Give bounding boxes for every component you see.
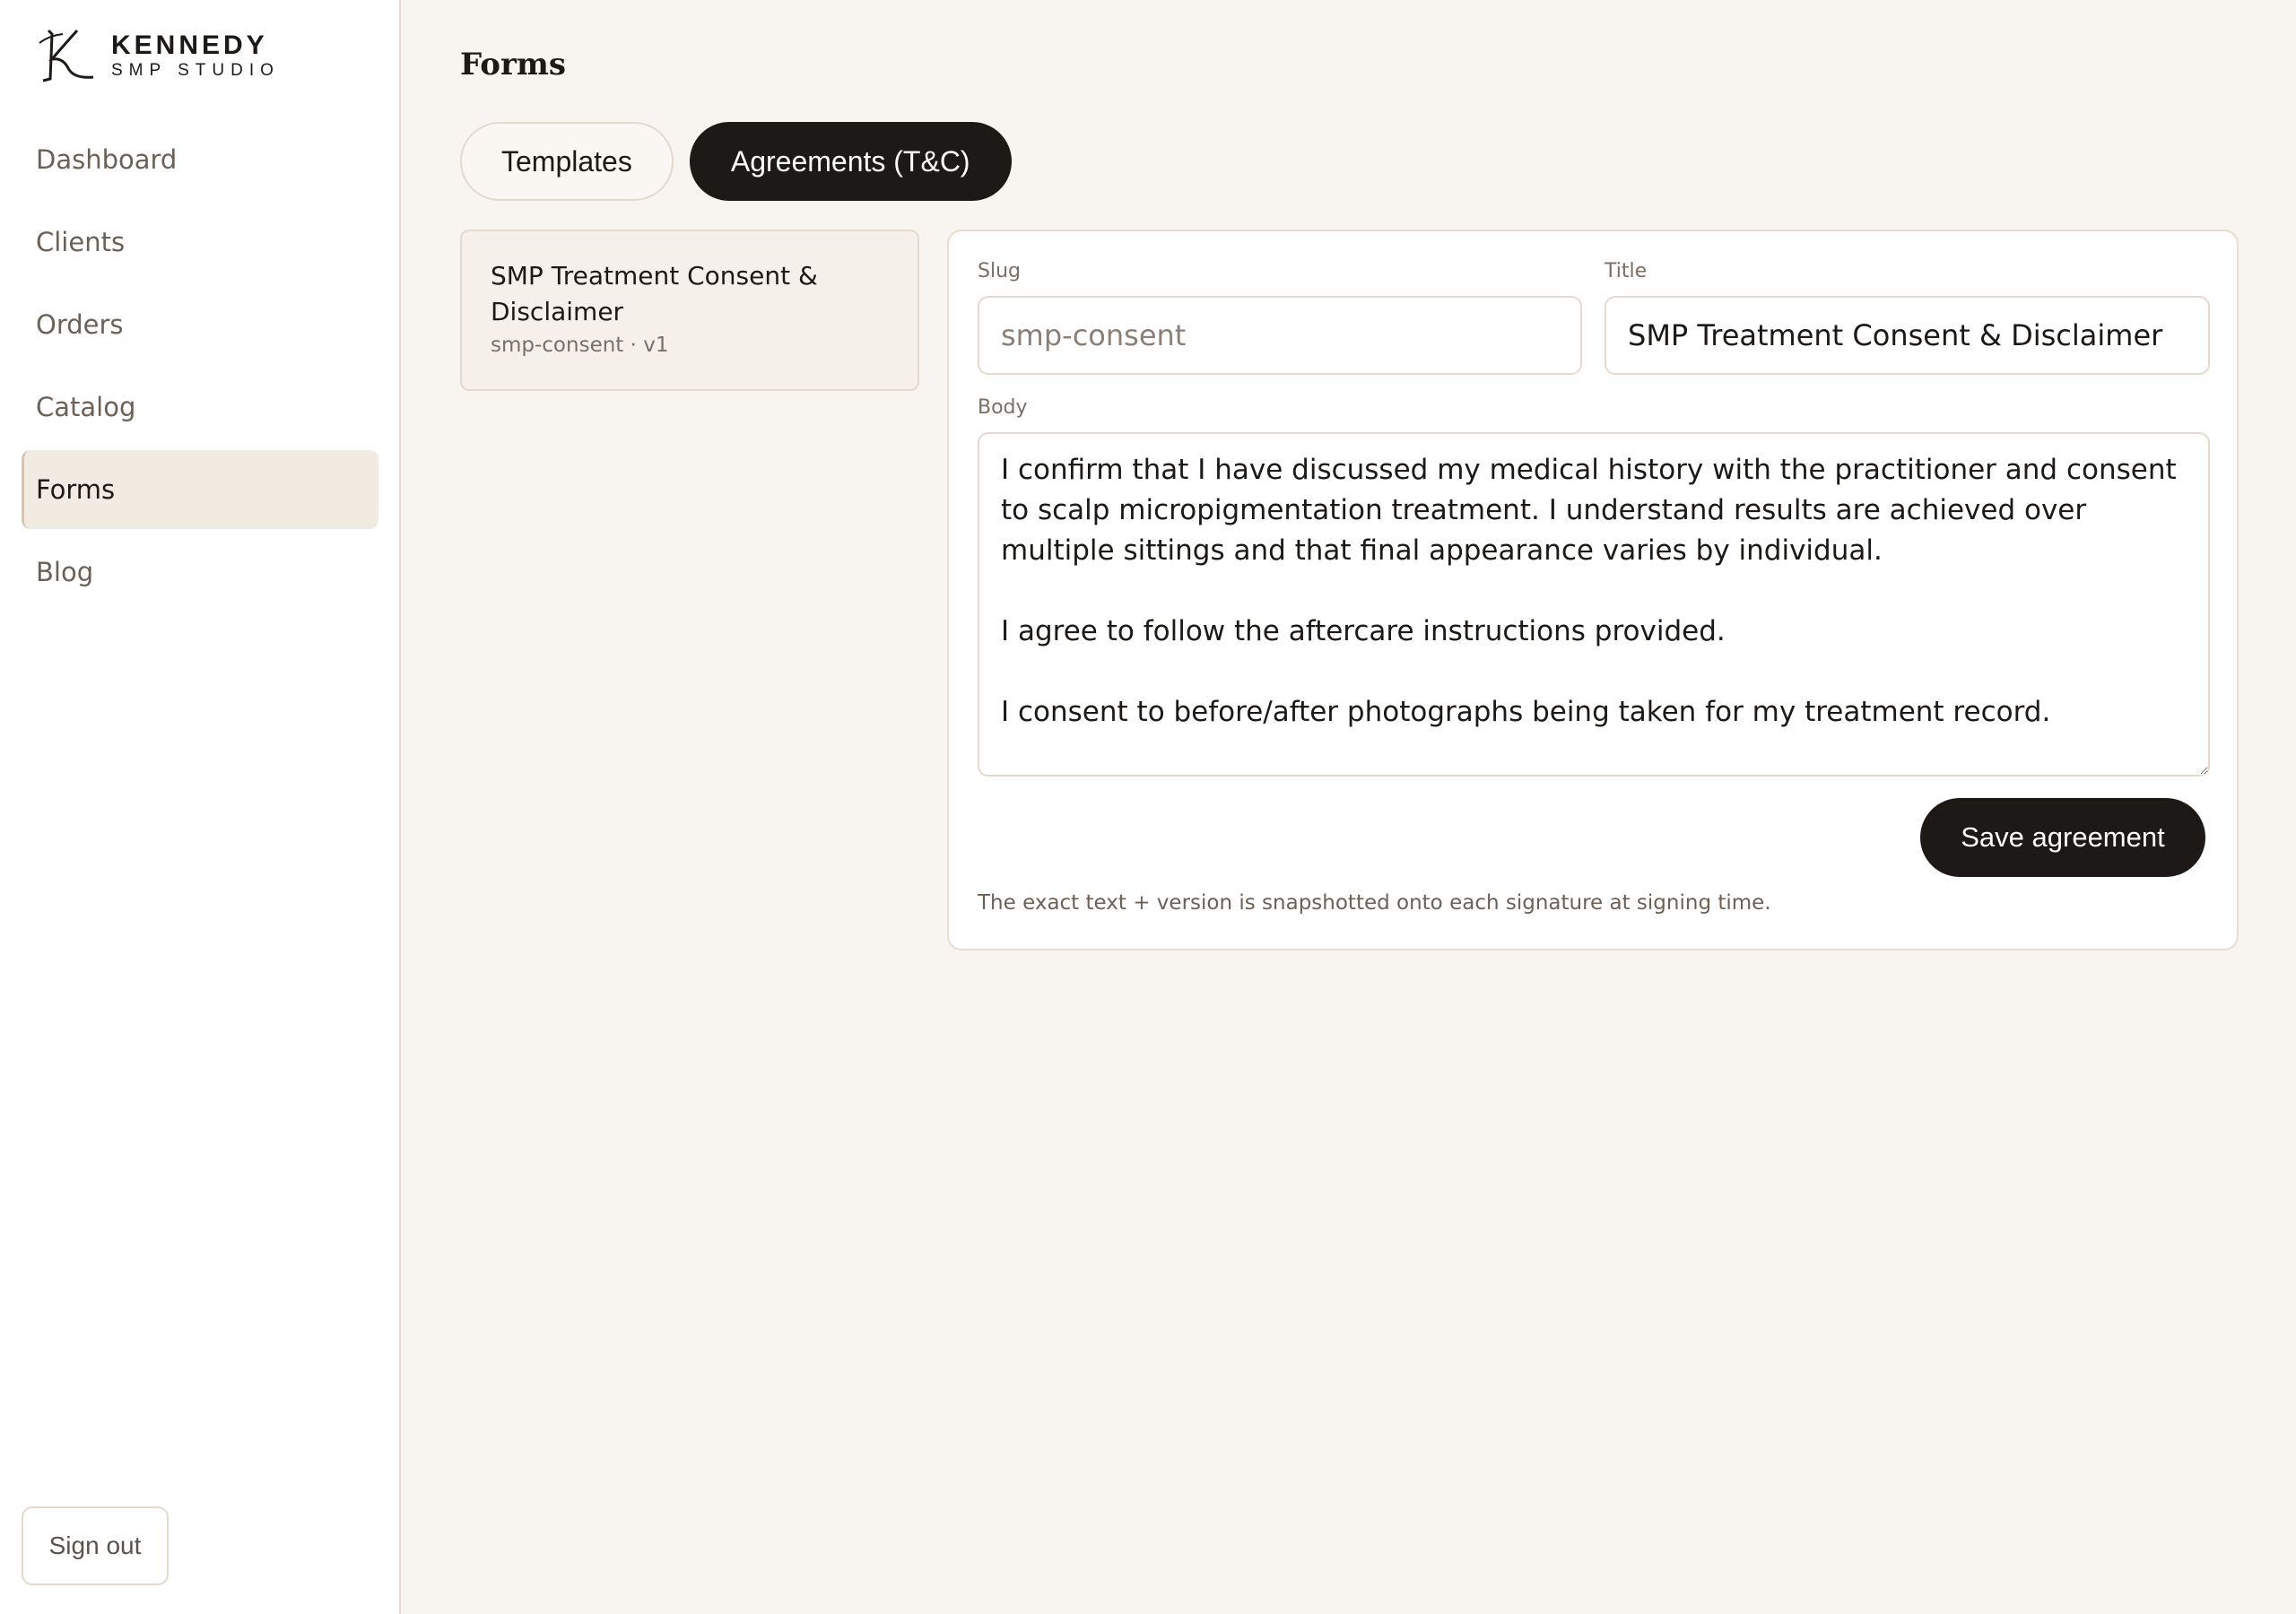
sign-out-button[interactable]: Sign out (22, 1506, 169, 1585)
brand-logo[interactable]: KENNEDY SMP STUDIO (36, 25, 280, 86)
slug-label: Slug (978, 260, 1021, 282)
body-textarea[interactable]: I confirm that I have discussed my medic… (978, 432, 2210, 777)
save-agreement-button[interactable]: Save agreement (1920, 798, 2205, 877)
page-title: Forms (460, 47, 566, 82)
body-label: Body (978, 396, 1028, 419)
sidebar: KENNEDY SMP STUDIO Dashboard Clients Ord… (0, 0, 401, 1614)
snapshot-note: The exact text + version is snapshotted … (978, 891, 1771, 915)
sidebar-item-orders[interactable]: Orders (22, 285, 378, 364)
tab-agreements[interactable]: Agreements (T&C) (689, 122, 1012, 201)
sidebar-item-forms[interactable]: Forms (22, 450, 378, 529)
main-content: Forms Templates Agreements (T&C) SMP Tre… (401, 0, 2296, 1614)
sidebar-item-blog[interactable]: Blog (22, 533, 378, 612)
form-tabs: Templates Agreements (T&C) (460, 122, 1012, 201)
agreement-list-meta: smp-consent · v1 (491, 334, 669, 357)
sidebar-item-clients[interactable]: Clients (22, 203, 378, 282)
title-label: Title (1605, 260, 1648, 282)
app: KENNEDY SMP STUDIO Dashboard Clients Ord… (0, 0, 2296, 1614)
agreement-list-title: SMP Treatment Consent & Disclaimer (491, 261, 818, 326)
title-input[interactable] (1605, 296, 2210, 375)
slug-input[interactable] (978, 296, 1582, 375)
agreement-editor: Slug Title Body I confirm that I have di… (947, 230, 2239, 950)
k-monogram-icon (39, 29, 94, 82)
sidebar-item-catalog[interactable]: Catalog (22, 368, 378, 447)
brand-subtitle: SMP STUDIO (111, 61, 280, 80)
brand-name: KENNEDY (111, 30, 268, 60)
sidebar-item-dashboard[interactable]: Dashboard (22, 120, 378, 199)
tab-templates[interactable]: Templates (460, 122, 674, 201)
brand-text: KENNEDY SMP STUDIO (111, 30, 280, 81)
sidebar-nav: Dashboard Clients Orders Catalog Forms B… (22, 120, 378, 615)
agreement-list-item[interactable]: SMP Treatment Consent & Disclaimer smp-c… (460, 230, 919, 391)
